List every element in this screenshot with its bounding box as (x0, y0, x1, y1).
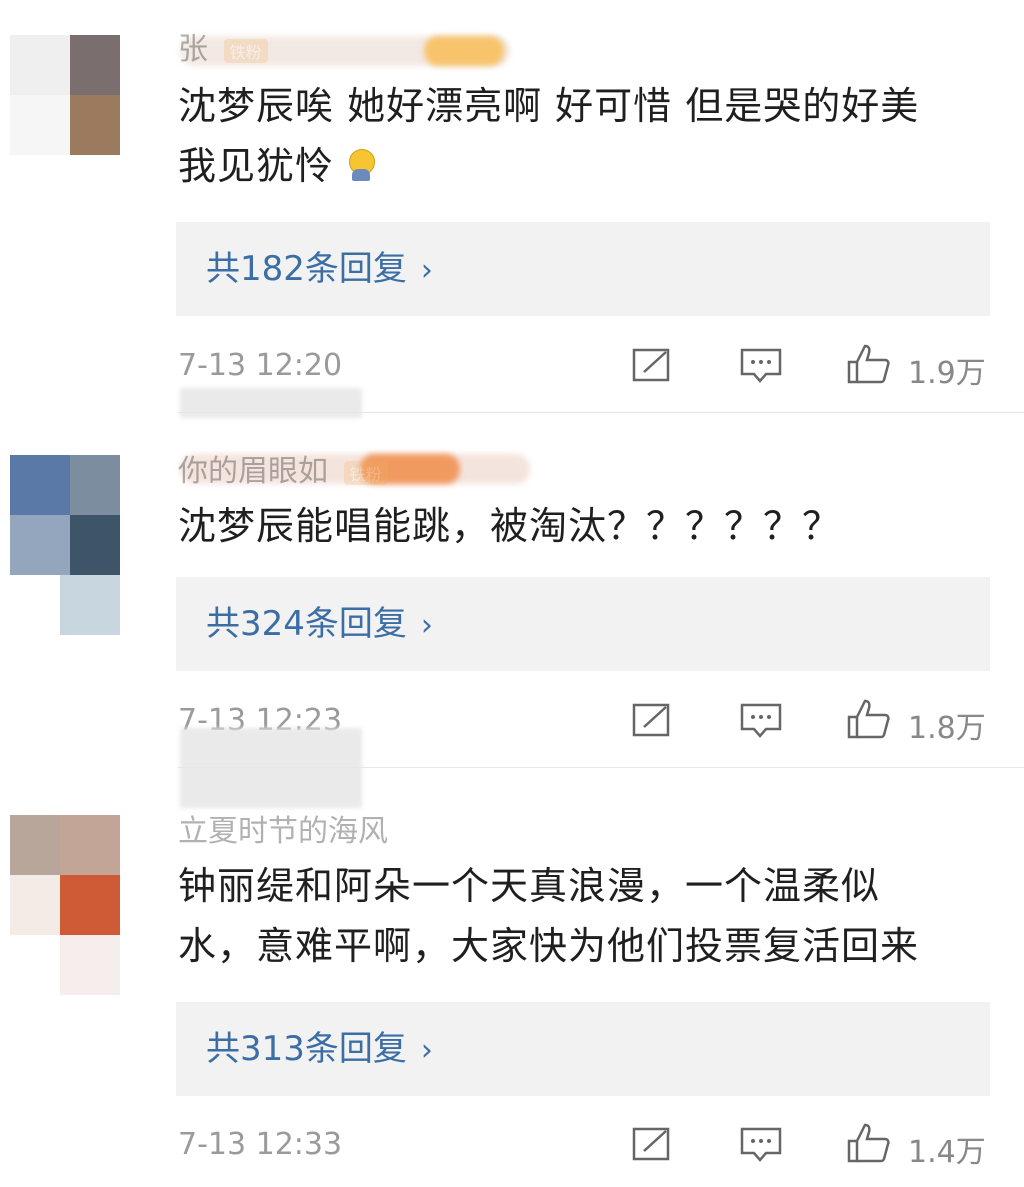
comment-text-line: 沈梦辰能唱能跳，被淘汰？？？？？？ (178, 504, 842, 548)
fan-badge: 铁粉 (343, 460, 388, 485)
username[interactable]: 你的眉眼如 铁粉 (178, 446, 388, 490)
divider (178, 412, 1024, 413)
chevron-right-icon: › (420, 608, 433, 643)
replies-label: 共182条回复 › (206, 222, 433, 318)
replies-label: 共324条回复 › (206, 577, 433, 673)
replies-button[interactable]: 共313条回复 › (176, 1002, 990, 1096)
comment-text: 沈梦辰唉 她好漂亮啊 好可惜 但是哭的好美 我见犹怜 (178, 76, 998, 196)
username-text: 立夏时节的海风 (178, 814, 388, 849)
like-count: 1.8万 (908, 711, 986, 746)
thumbs-up-icon[interactable] (845, 697, 891, 741)
share-icon[interactable] (632, 1125, 672, 1163)
yawn-emoji-icon (347, 149, 377, 183)
comment-icon[interactable] (740, 346, 782, 384)
divider (178, 767, 1024, 768)
share-icon[interactable] (632, 701, 672, 739)
comment-text-line: 钟丽缇和阿朵一个天真浪漫，一个温柔似 (178, 864, 881, 908)
timestamp: 7-13 12:33 (178, 1127, 343, 1162)
comment-text: 沈梦辰能唱能跳，被淘汰？？？？？？ (178, 496, 998, 556)
avatar[interactable] (10, 455, 150, 635)
like-count: 1.4万 (908, 1135, 986, 1170)
thumbs-up-icon[interactable] (845, 1121, 891, 1165)
comment-icon[interactable] (740, 1125, 782, 1163)
thumbs-up-icon[interactable] (845, 342, 891, 386)
comment-text: 钟丽缇和阿朵一个天真浪漫，一个温柔似 水，意难平啊，大家快为他们投票复活回来 (178, 856, 998, 976)
fan-badge: 铁粉 (223, 38, 268, 63)
username[interactable]: 立夏时节的海风 (178, 806, 388, 850)
username-text: 张 (178, 32, 208, 67)
username-text: 你的眉眼如 (178, 454, 328, 489)
chevron-right-icon: › (420, 1033, 433, 1068)
comment-icon[interactable] (740, 701, 782, 739)
timestamp: 7-13 12:20 (178, 348, 343, 383)
share-icon[interactable] (632, 346, 672, 384)
replies-button[interactable]: 共324条回复 › (176, 577, 990, 671)
replies-label: 共313条回复 › (206, 1002, 433, 1098)
replies-button[interactable]: 共182条回复 › (176, 222, 990, 316)
comment-text-line-2: 我见犹怜 (178, 136, 998, 196)
username[interactable]: 张 铁粉 (178, 24, 268, 68)
like-count: 1.9万 (908, 356, 986, 391)
comment-text-line: 沈梦辰唉 她好漂亮啊 好可惜 但是哭的好美 (178, 84, 920, 128)
avatar[interactable] (10, 815, 150, 995)
chevron-right-icon: › (420, 253, 433, 288)
comment-text-line-2: 水，意难平啊，大家快为他们投票复活回来 (178, 924, 920, 968)
avatar[interactable] (10, 35, 150, 195)
